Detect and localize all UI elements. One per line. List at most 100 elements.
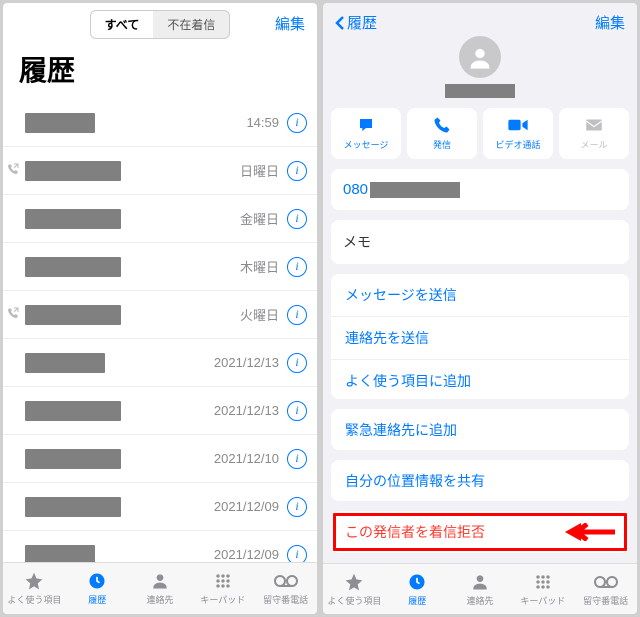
tab-voicemail[interactable]: 留守番電話 (574, 564, 637, 614)
action-label: 発信 (433, 138, 451, 151)
person-icon (150, 571, 170, 591)
edit-button[interactable]: 編集 (275, 13, 305, 34)
tab-history[interactable]: 履歴 (66, 563, 129, 614)
person-icon (470, 572, 490, 592)
caller-name-redacted (25, 401, 121, 421)
action-label: ビデオ通話 (495, 138, 540, 151)
action-mail[interactable]: メール (559, 108, 629, 159)
tab-label: よく使う項目 (327, 594, 381, 607)
video-icon (507, 116, 529, 134)
clock-icon (407, 572, 427, 592)
call-date: 2021/12/09 (214, 547, 279, 562)
call-row[interactable]: 日曜日 i (3, 147, 317, 195)
link-send-contact[interactable]: 連絡先を送信 (331, 317, 629, 360)
call-row[interactable]: 火曜日 i (3, 291, 317, 339)
memo-card[interactable]: メモ (331, 220, 629, 264)
caller-name-redacted (25, 257, 121, 277)
call-date: 火曜日 (240, 305, 279, 324)
info-icon[interactable]: i (287, 257, 307, 277)
link-group-2: 緊急連絡先に追加 (331, 409, 629, 450)
tab-label: よく使う項目 (7, 593, 61, 606)
tab-bar: よく使う項目 履歴 連絡先 キーパッド 留守番電話 (323, 563, 637, 614)
link-group-4: この発信者を着信拒否 (331, 511, 629, 553)
phone-number-card[interactable]: 080 (331, 169, 629, 210)
tab-label: 連絡先 (466, 594, 493, 607)
info-icon[interactable]: i (287, 545, 307, 563)
info-icon[interactable]: i (287, 113, 307, 133)
caller-name-redacted (25, 305, 121, 325)
star-icon (344, 572, 364, 592)
info-icon[interactable]: i (287, 353, 307, 373)
info-icon[interactable]: i (287, 401, 307, 421)
call-date: 2021/12/13 (214, 403, 279, 418)
info-icon[interactable]: i (287, 305, 307, 325)
tab-keypad[interactable]: キーパッド (191, 563, 254, 614)
info-icon[interactable]: i (287, 497, 307, 517)
call-row[interactable]: 2021/12/13i (3, 339, 317, 387)
tab-favorites[interactable]: よく使う項目 (3, 563, 66, 614)
call-date: 2021/12/09 (214, 499, 279, 514)
link-share-location[interactable]: 自分の位置情報を共有 (331, 460, 629, 501)
tab-contacts[interactable]: 連絡先 (129, 563, 192, 614)
edit-button[interactable]: 編集 (595, 12, 625, 33)
tab-voicemail[interactable]: 留守番電話 (254, 563, 317, 614)
call-date: 14:59 (246, 115, 279, 130)
back-label: 履歴 (347, 12, 377, 33)
voicemail-icon (274, 571, 298, 591)
call-date: 金曜日 (240, 209, 279, 228)
tab-label: 留守番電話 (583, 594, 628, 607)
recents-screen: すべて 不在着信 編集 履歴 14:59i日曜日i金曜日i木曜日i火曜日i202… (3, 3, 317, 614)
tab-bar: よく使う項目 履歴 連絡先 キーパッド 留守番電話 (3, 562, 317, 614)
arrow-icon (565, 523, 615, 541)
info-icon[interactable]: i (287, 449, 307, 469)
back-button[interactable]: 履歴 (335, 12, 377, 33)
caller-name-redacted (25, 449, 121, 469)
caller-name-redacted (25, 113, 95, 133)
call-row[interactable]: 2021/12/10i (3, 435, 317, 483)
top-nav: すべて 不在着信 編集 (3, 3, 317, 45)
mail-icon (584, 116, 604, 134)
call-row[interactable]: 2021/12/13 i (3, 387, 317, 435)
tab-history[interactable]: 履歴 (386, 564, 449, 614)
phone-icon (433, 116, 451, 134)
caller-name-redacted (25, 161, 121, 181)
contact-name-redacted (445, 84, 515, 98)
tab-keypad[interactable]: キーパッド (511, 564, 574, 614)
tab-label: キーパッド (520, 594, 565, 607)
tab-favorites[interactable]: よく使う項目 (323, 564, 386, 614)
avatar-section (323, 36, 637, 98)
caller-name-redacted (25, 497, 121, 517)
call-row[interactable]: 2021/12/09 i (3, 483, 317, 531)
action-call[interactable]: 発信 (407, 108, 477, 159)
star-icon (24, 571, 44, 591)
keypad-icon (533, 572, 553, 592)
call-list: 14:59i日曜日i金曜日i木曜日i火曜日i2021/12/13i2021/12… (3, 99, 317, 562)
action-label: メッセージ (344, 138, 389, 151)
tab-label: キーパッド (200, 593, 245, 606)
tab-label: 留守番電話 (263, 593, 308, 606)
call-date: 日曜日 (240, 161, 279, 180)
link-send-message[interactable]: メッセージを送信 (331, 274, 629, 317)
info-icon[interactable]: i (287, 209, 307, 229)
segment-control: すべて 不在着信 (90, 10, 231, 39)
info-icon[interactable]: i (287, 161, 307, 181)
link-add-emergency[interactable]: 緊急連絡先に追加 (331, 409, 629, 450)
call-row[interactable]: 金曜日 i (3, 195, 317, 243)
tab-label: 履歴 (408, 594, 426, 607)
call-row[interactable]: 2021/12/09 i (3, 531, 317, 562)
action-message[interactable]: メッセージ (331, 108, 401, 159)
avatar-icon (459, 36, 501, 78)
segment-missed[interactable]: 不在着信 (153, 11, 229, 38)
call-row[interactable]: 木曜日i (3, 243, 317, 291)
call-row[interactable]: 14:59 i (3, 99, 317, 147)
caller-name-redacted (25, 545, 95, 563)
message-icon (356, 116, 376, 134)
tab-contacts[interactable]: 連絡先 (449, 564, 512, 614)
voicemail-icon (594, 572, 618, 592)
tab-label: 履歴 (88, 593, 106, 606)
link-add-favorite[interactable]: よく使う項目に追加 (331, 360, 629, 399)
segment-all[interactable]: すべて (91, 11, 154, 38)
outgoing-icon (7, 163, 19, 178)
link-group-1: メッセージを送信 連絡先を送信 よく使う項目に追加 (331, 274, 629, 399)
action-video[interactable]: ビデオ通話 (483, 108, 553, 159)
